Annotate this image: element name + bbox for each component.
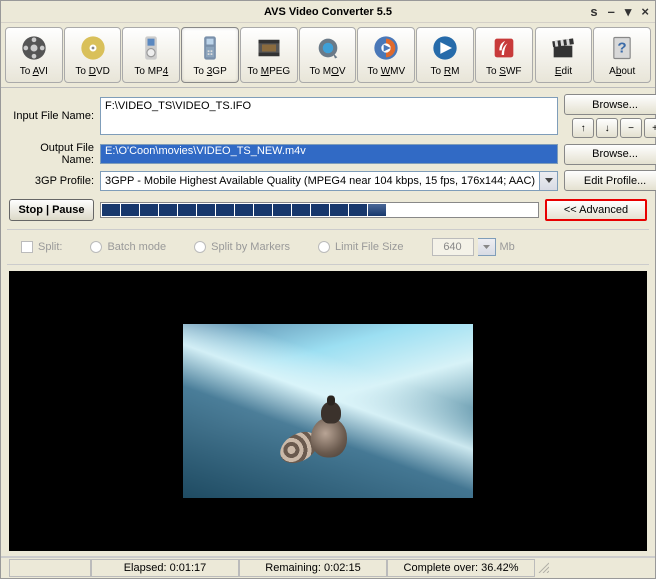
restore-button[interactable]: – [608,4,615,19]
status-complete: Complete over: 36.42% [387,559,535,577]
help-icon: ? [608,34,636,62]
add-button[interactable]: + [644,118,656,138]
wmv-icon [372,34,400,62]
maximize-button[interactable]: ▾ [625,4,632,20]
edit-profile-button[interactable]: Edit Profile... [564,170,656,191]
phone-icon [196,34,224,62]
batch-mode-radio[interactable] [90,241,102,253]
to-dvd-button[interactable]: To DVD [64,27,122,83]
app-window: AVS Video Converter 5.5 s – ▾ × To AVI T… [0,0,656,579]
status-remaining: Remaining: 0:02:15 [239,559,387,577]
browse-input-button[interactable]: Browse... [564,94,656,115]
limit-size-label: Limit File Size [335,241,403,253]
move-up-button[interactable]: ↑ [572,118,594,138]
resize-grip[interactable] [535,561,551,575]
split-checkbox[interactable] [21,241,33,253]
minimize-button[interactable]: s [590,4,597,19]
size-unit-label: Mb [500,241,515,253]
edit-button[interactable]: Edit [535,27,593,83]
size-limit-input[interactable] [432,238,474,256]
profile-label: 3GP Profile: [9,175,94,187]
output-file-field[interactable]: E:\O'Coon\movies\VIDEO_TS_NEW.m4v [100,144,558,164]
to-3gp-button[interactable]: To 3GP [181,27,239,83]
to-mp4-button[interactable]: To MP4 [122,27,180,83]
titlebar: AVS Video Converter 5.5 s – ▾ × [1,1,655,23]
status-spacer [9,559,91,577]
close-button[interactable]: × [641,4,649,19]
format-toolbar: To AVI To DVD To MP4 To 3GP To MPEG To M… [1,23,655,88]
profile-select[interactable]: 3GPP - Mobile Highest Available Quality … [100,171,540,191]
window-title: AVS Video Converter 5.5 [264,6,392,18]
browse-output-button[interactable]: Browse... [564,144,656,165]
to-rm-button[interactable]: To RM [416,27,474,83]
limit-size-radio[interactable] [318,241,330,253]
split-label: Split: [38,241,62,253]
chevron-down-icon [545,178,553,184]
output-file-label: Output File Name: [9,142,94,166]
profile-dropdown-button[interactable] [540,171,558,191]
preview-frame [183,324,473,498]
film-reel-icon [20,34,48,62]
split-markers-radio[interactable] [194,241,206,253]
status-elapsed: Elapsed: 0:01:17 [91,559,239,577]
clapper-icon [549,34,577,62]
progress-bar [100,202,539,218]
options-row: Split: Batch mode Split by Markers Limit… [7,229,649,265]
quicktime-icon [314,34,342,62]
move-down-button[interactable]: ↓ [596,118,618,138]
svg-text:?: ? [618,39,627,56]
to-avi-button[interactable]: To AVI [5,27,63,83]
about-button[interactable]: ? About [593,27,651,83]
status-bar: Elapsed: 0:01:17 Remaining: 0:02:15 Comp… [1,556,655,578]
film-frame-icon [255,34,283,62]
batch-mode-label: Batch mode [107,241,166,253]
flash-icon [490,34,518,62]
to-mpeg-button[interactable]: To MPEG [240,27,298,83]
split-markers-label: Split by Markers [211,241,290,253]
ipod-icon [137,34,165,62]
to-swf-button[interactable]: To SWF [475,27,533,83]
preview-content [301,395,355,465]
file-form: Input File Name: F:\VIDEO_TS\VIDEO_TS.IF… [1,88,655,199]
disc-icon [79,34,107,62]
to-wmv-button[interactable]: To WMV [357,27,415,83]
stop-pause-button[interactable]: Stop | Pause [9,199,94,221]
chevron-down-icon [483,245,490,250]
remove-button[interactable]: − [620,118,642,138]
realmedia-icon [431,34,459,62]
to-mov-button[interactable]: To MOV [299,27,357,83]
input-file-field[interactable]: F:\VIDEO_TS\VIDEO_TS.IFO [100,97,558,135]
video-preview [9,271,647,551]
advanced-button[interactable]: << Advanced [545,199,647,221]
size-dropdown-button[interactable] [478,238,496,256]
input-file-label: Input File Name: [9,110,94,122]
